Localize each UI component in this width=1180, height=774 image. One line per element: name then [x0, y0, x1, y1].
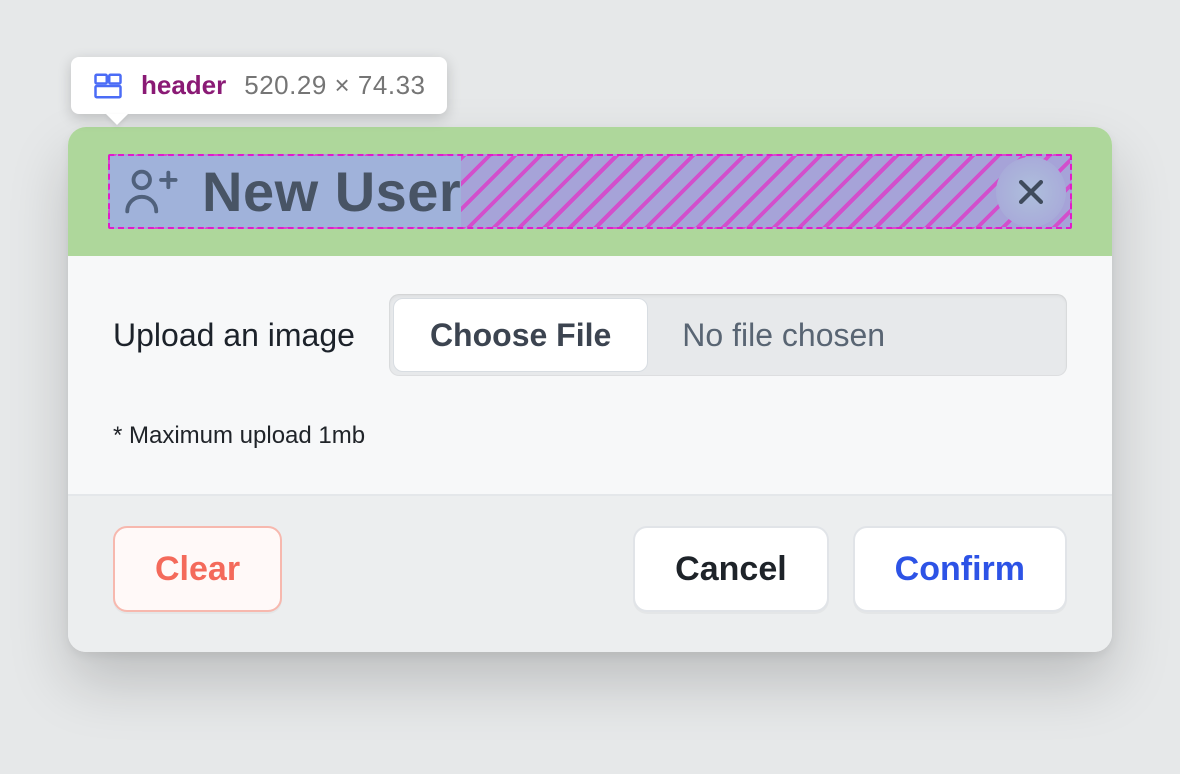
choose-file-button[interactable]: Choose File: [393, 298, 648, 372]
upload-row: Upload an image Choose File No file chos…: [113, 294, 1067, 376]
upload-label: Upload an image: [113, 317, 355, 354]
close-button[interactable]: [996, 157, 1066, 227]
new-user-dialog: New User Upload an image Choose File No …: [68, 127, 1112, 652]
dialog-title: New User: [202, 159, 461, 224]
clear-button[interactable]: Clear: [113, 526, 282, 612]
confirm-button[interactable]: Confirm: [853, 526, 1067, 612]
devtools-element-tooltip: header 520.29 × 74.33: [71, 57, 447, 114]
cancel-button[interactable]: Cancel: [633, 526, 829, 612]
dialog-title-block: New User: [110, 156, 461, 227]
inspected-dimensions: 520.29 × 74.33: [244, 70, 425, 101]
close-icon: [1014, 175, 1048, 209]
upload-note: * Maximum upload 1mb: [113, 422, 1067, 450]
dialog-footer: Clear Cancel Confirm: [68, 496, 1112, 652]
dialog-header-margin-overlay: New User: [68, 127, 1112, 256]
add-user-icon: [120, 163, 178, 221]
file-status-text: No file chosen: [652, 294, 1067, 376]
file-input[interactable]: Choose File No file chosen: [389, 294, 1067, 376]
dialog-header: New User: [108, 154, 1072, 229]
inspected-tag-name: header: [141, 70, 226, 101]
dialog-body: Upload an image Choose File No file chos…: [68, 256, 1112, 496]
layout-icon: [93, 71, 123, 101]
